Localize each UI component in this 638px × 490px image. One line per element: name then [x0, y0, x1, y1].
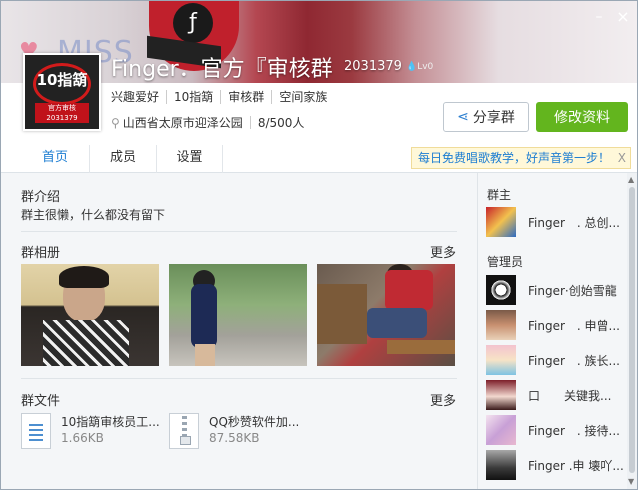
group-id: 2031379	[344, 59, 402, 74]
avatar	[486, 207, 516, 237]
owner-title: 群主	[487, 188, 512, 202]
avatar-title: 10指箶	[36, 71, 88, 89]
group-profile-window: ♥ MISS ƒ – × 10指箶 官方审核 2031379 Finger．官方…	[0, 0, 638, 490]
close-icon[interactable]: ×	[615, 9, 631, 25]
photo-figure	[43, 320, 129, 366]
member-sidebar: 群主 Finger . 总创... 管理员 Finger·创始雪龍 Finger…	[477, 173, 627, 489]
divider	[21, 231, 457, 232]
avatar	[486, 380, 516, 410]
admin-title: 管理员	[487, 255, 524, 269]
avatar	[486, 450, 516, 480]
file-size: 1.66KB	[61, 431, 104, 445]
avatar-label: 官方审核	[48, 104, 76, 112]
share-group-button[interactable]: ⋖ 分享群	[443, 102, 529, 132]
photo-figure	[191, 284, 217, 348]
intro-title: 群介绍	[21, 190, 61, 205]
minimize-icon[interactable]: –	[591, 9, 607, 25]
member-name: Finger . 总创...	[528, 216, 620, 230]
tab-members[interactable]: 成员	[89, 145, 157, 173]
member-name: Finger .申 壊吖...	[528, 459, 624, 473]
file-name: QQ秒赞软件加...	[209, 415, 300, 429]
sidebar-scrollbar[interactable]: ▲ ▼	[627, 173, 637, 489]
scroll-thumb[interactable]	[629, 187, 635, 473]
admin-member[interactable]: 口 关键我...	[486, 380, 626, 410]
group-location-row: ⚲ 山西省太原市迎泽公园 8/500人	[111, 114, 304, 131]
water-drop-icon: 💧	[406, 62, 418, 72]
photo-figure	[367, 308, 427, 338]
close-notice-icon[interactable]: X	[618, 148, 626, 168]
admin-member[interactable]: Finger . 族长...	[486, 345, 626, 375]
group-avatar[interactable]: 10指箶 官方审核 2031379	[23, 53, 101, 131]
album-title: 群相册	[21, 246, 61, 261]
files-title: 群文件	[21, 394, 61, 409]
member-name: 口 关键我...	[528, 389, 612, 403]
share-group-label: 分享群	[472, 110, 515, 126]
edit-profile-button[interactable]: 修改资料	[536, 102, 628, 132]
photo-figure	[385, 270, 433, 310]
file-size: 87.58KB	[209, 431, 260, 445]
group-location: 山西省太原市迎泽公园	[122, 116, 243, 130]
tag[interactable]: 10指箶	[166, 90, 220, 104]
file-item[interactable]: 10指箶审核员工... 1.66KB	[21, 413, 161, 449]
admin-member[interactable]: Finger·创始雪龍	[486, 275, 626, 305]
group-level: 💧Lv0	[406, 62, 433, 72]
share-icon: ⋖	[457, 109, 469, 125]
intro-text: 群主很懒，什么都没有留下	[21, 208, 166, 222]
tab-settings[interactable]: 设置	[157, 145, 223, 173]
tab-home[interactable]: 首页	[21, 145, 89, 173]
album-photo[interactable]	[21, 264, 159, 366]
banner-cap-logo: ƒ	[173, 3, 213, 43]
tag[interactable]: 审核群	[220, 90, 271, 104]
file-name: 10指箶审核员工...	[61, 415, 160, 429]
photo-figure	[317, 284, 367, 344]
admin-member[interactable]: Finger . 接待...	[486, 415, 626, 445]
divider	[249, 116, 251, 129]
document-file-icon	[21, 413, 51, 449]
album-photo[interactable]	[169, 264, 307, 366]
avatar	[486, 310, 516, 340]
avatar-id: 2031379	[46, 114, 78, 122]
avatar-label-box: 官方审核 2031379	[35, 103, 89, 123]
group-member-count: 8/500人	[257, 116, 305, 130]
location-pin-icon: ⚲	[111, 115, 120, 130]
photo-figure	[195, 344, 215, 366]
file-item[interactable]: QQ秒赞软件加... 87.58KB	[169, 413, 309, 449]
group-name: Finger．官方『审核群	[111, 57, 333, 82]
member-name: Finger . 申曾...	[528, 319, 620, 333]
album-photo[interactable]	[317, 264, 455, 366]
admin-member[interactable]: Finger .申 壊吖...	[486, 450, 626, 480]
edit-profile-label: 修改资料	[554, 110, 610, 126]
divider	[21, 378, 457, 379]
owner-member[interactable]: Finger . 总创...	[486, 207, 626, 237]
group-level-text: Lv0	[417, 62, 434, 72]
avatar	[486, 415, 516, 445]
member-name: Finger . 接待...	[528, 424, 620, 438]
main-content: 群介绍 群主很懒，什么都没有留下 群相册 更多 群文件 更多 10指箶审核员工.	[1, 173, 477, 489]
member-name: Finger·创始雪龍	[528, 284, 617, 298]
tag[interactable]: 兴趣爱好	[111, 90, 166, 104]
photo-figure	[387, 340, 455, 354]
album-more-link[interactable]: 更多	[430, 242, 456, 261]
avatar	[486, 345, 516, 375]
zip-file-icon	[169, 413, 199, 449]
tag[interactable]: 空间家族	[271, 90, 334, 104]
avatar	[486, 275, 516, 305]
scroll-up-icon[interactable]: ▲	[628, 175, 634, 184]
promo-notice[interactable]: 每日免费唱歌教学，好声音第一步！ X	[411, 147, 631, 169]
photo-figure	[59, 266, 109, 288]
scroll-down-icon[interactable]: ▼	[628, 477, 634, 486]
admin-member[interactable]: Finger . 申曾...	[486, 310, 626, 340]
promo-notice-text: 每日免费唱歌教学，好声音第一步！	[418, 151, 611, 165]
files-more-link[interactable]: 更多	[430, 390, 456, 409]
group-tags: 兴趣爱好 10指箶 审核群 空间家族	[111, 90, 334, 104]
member-name: Finger . 族长...	[528, 354, 620, 368]
